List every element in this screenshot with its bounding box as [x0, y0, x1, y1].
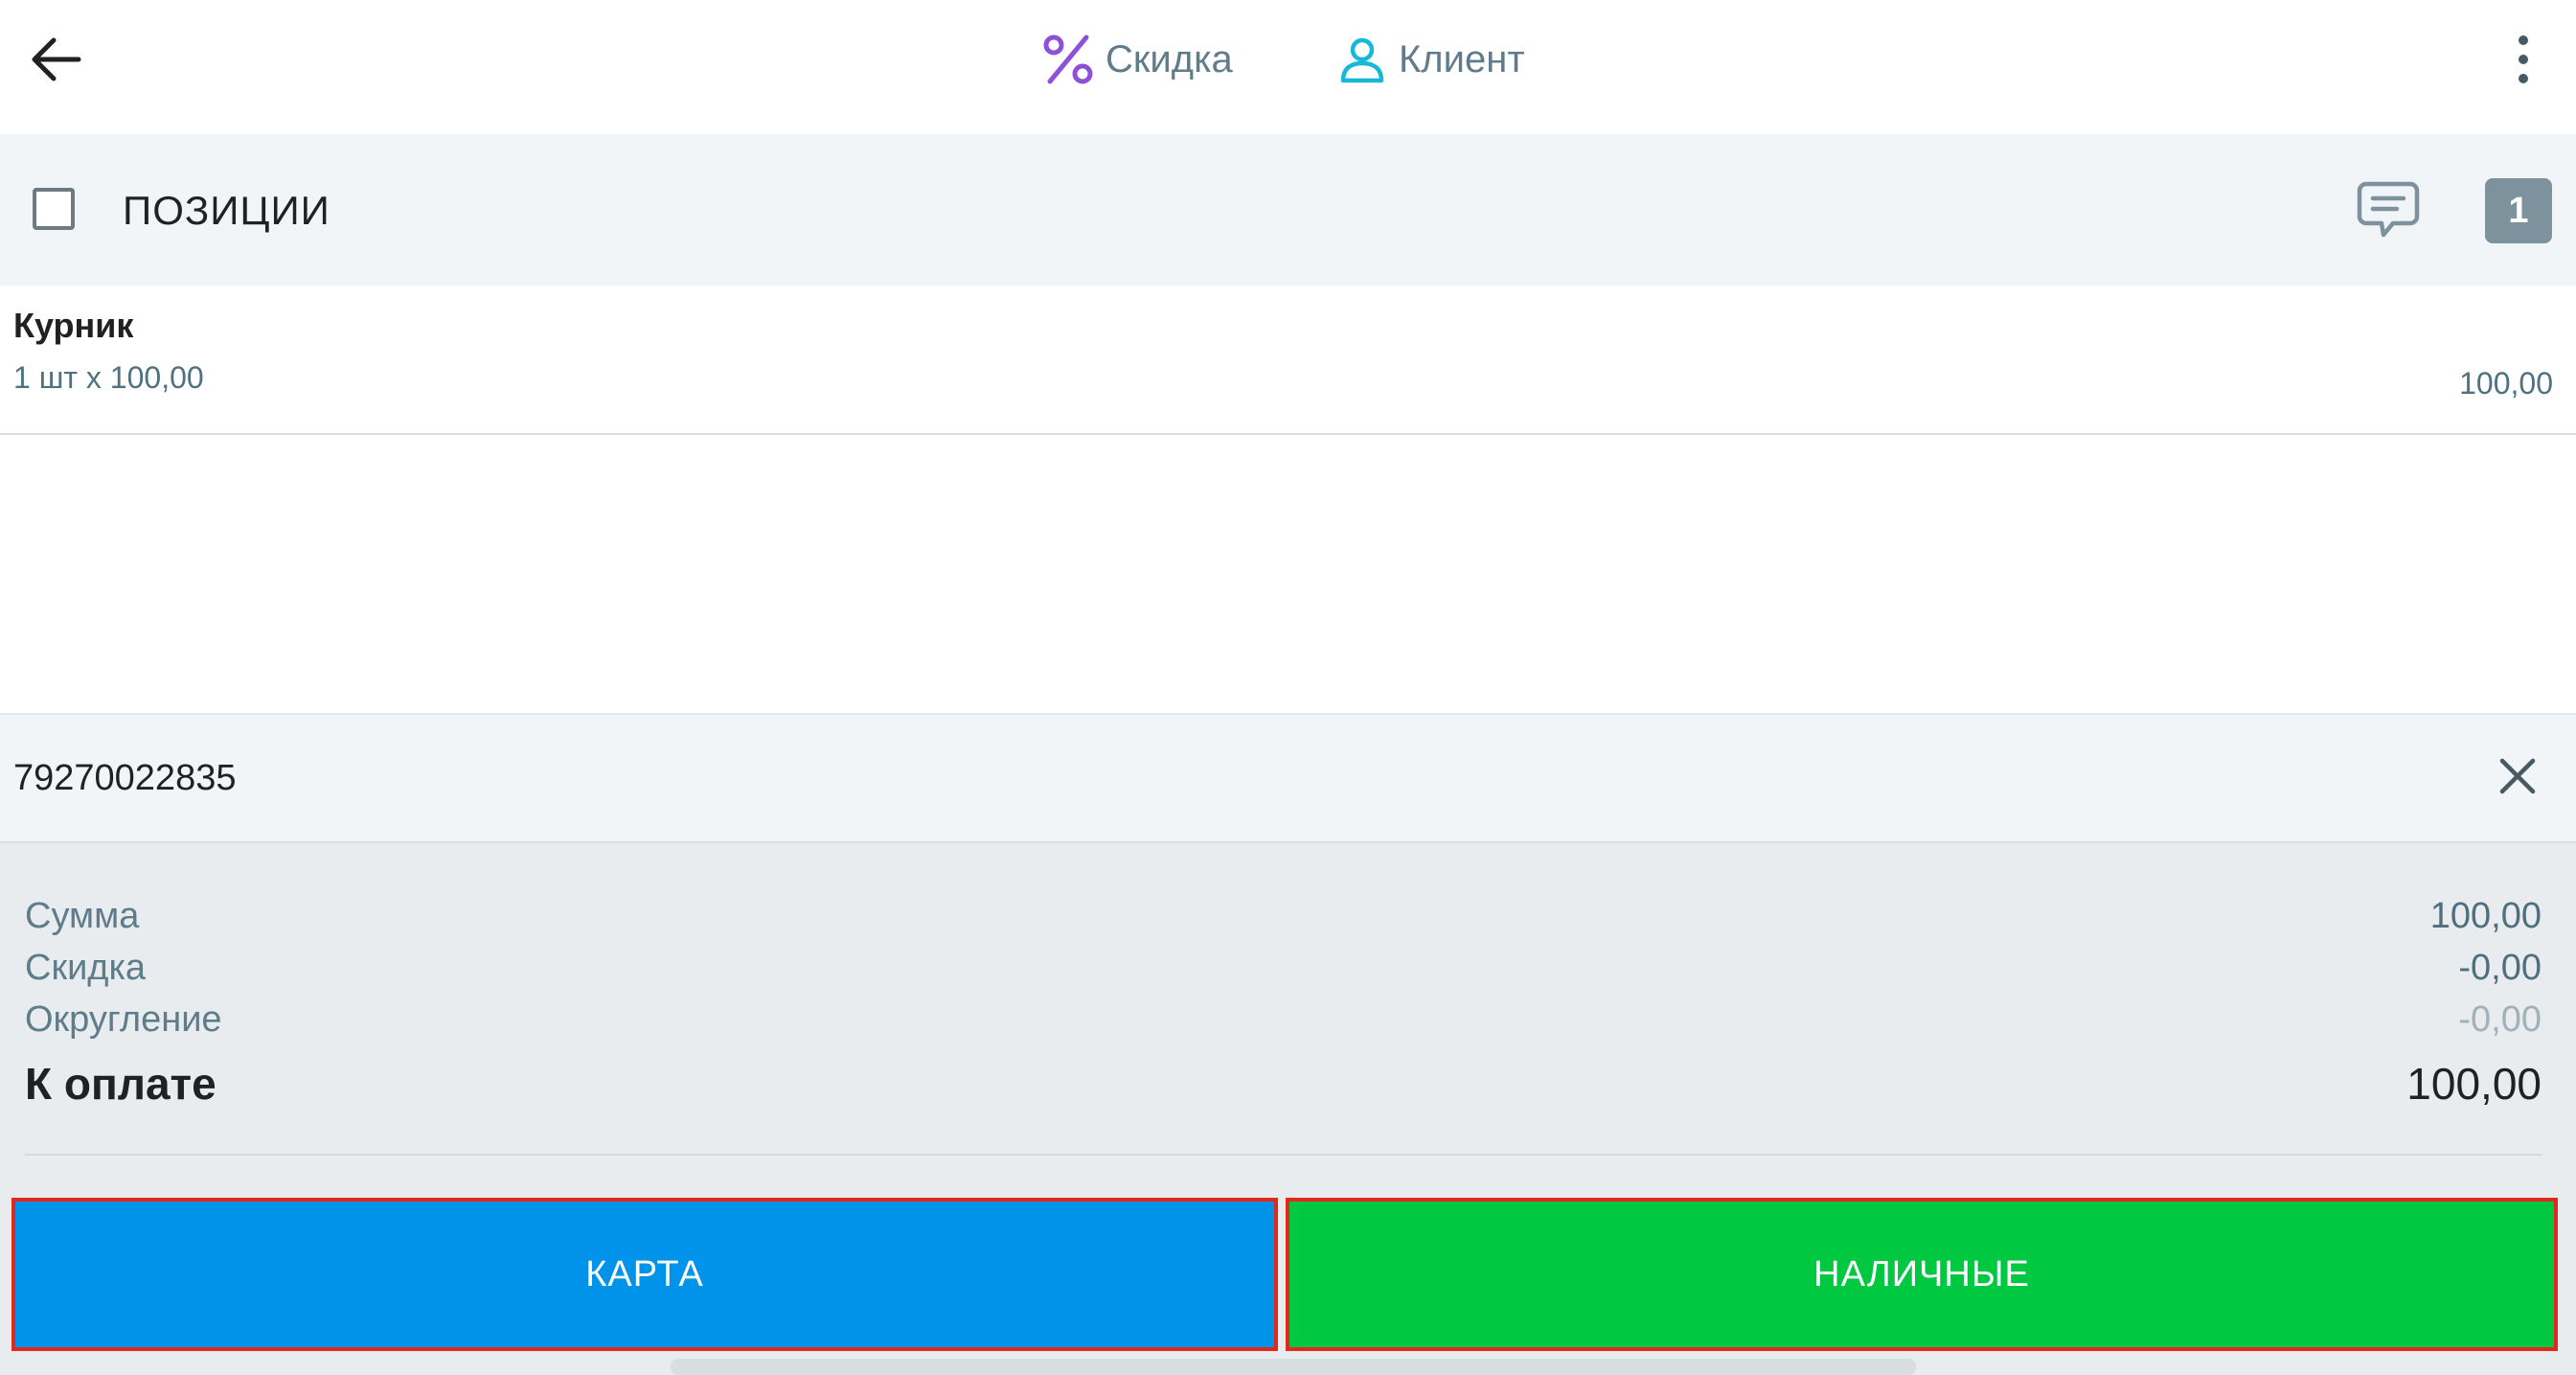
comment-icon: [2357, 181, 2420, 238]
comment-button[interactable]: [2355, 178, 2422, 241]
person-icon: [1340, 37, 1384, 83]
amount-due-label: К оплате: [25, 1059, 217, 1109]
percent-icon: [1043, 34, 1093, 84]
pay-cash-label: НАЛИЧНЫЕ: [1813, 1253, 2030, 1295]
discount-total-label: Скидка: [25, 948, 147, 988]
item-quantity-price: 1 шт х 100,00: [13, 360, 204, 395]
item-sum: 100,00: [2459, 366, 2553, 401]
client-button[interactable]: Клиент: [1337, 29, 1525, 90]
more-vertical-icon: [2519, 35, 2528, 45]
positions-count-badge: 1: [2485, 178, 2552, 243]
list-item[interactable]: [0, 286, 2576, 435]
clear-client-button[interactable]: [2495, 753, 2541, 799]
rounding-label: Округление: [25, 999, 222, 1040]
positions-header: [0, 134, 2576, 286]
back-button[interactable]: [23, 25, 92, 94]
divider: [25, 1154, 2542, 1156]
amount-due-value: 100,00: [2406, 1059, 2542, 1109]
positions-title: ПОЗИЦИИ: [123, 188, 331, 233]
sum-label: Сумма: [25, 896, 140, 936]
discount-button[interactable]: Скидка: [1040, 29, 1233, 90]
select-all-checkbox[interactable]: [33, 188, 75, 230]
arrow-left-icon: [32, 37, 81, 81]
client-row: [0, 713, 2576, 843]
client-phone: 79270022835: [13, 758, 237, 798]
discount-total-value: -0,00: [2458, 948, 2542, 988]
sum-value: 100,00: [2429, 896, 2542, 936]
client-label: Клиент: [1399, 37, 1525, 80]
bottom-sheet-handle: [671, 1359, 1916, 1375]
more-menu-button[interactable]: [2504, 27, 2542, 92]
pay-card-label: КАРТА: [585, 1253, 704, 1295]
top-bar: [0, 0, 2576, 134]
rounding-value: -0,00: [2458, 999, 2542, 1040]
close-icon: [2499, 758, 2536, 794]
item-name: Курник: [13, 306, 134, 345]
pay-cash-button[interactable]: НАЛИЧНЫЕ: [1286, 1198, 2558, 1351]
discount-label: Скидка: [1106, 37, 1233, 80]
pay-card-button[interactable]: КАРТА: [11, 1198, 1278, 1351]
